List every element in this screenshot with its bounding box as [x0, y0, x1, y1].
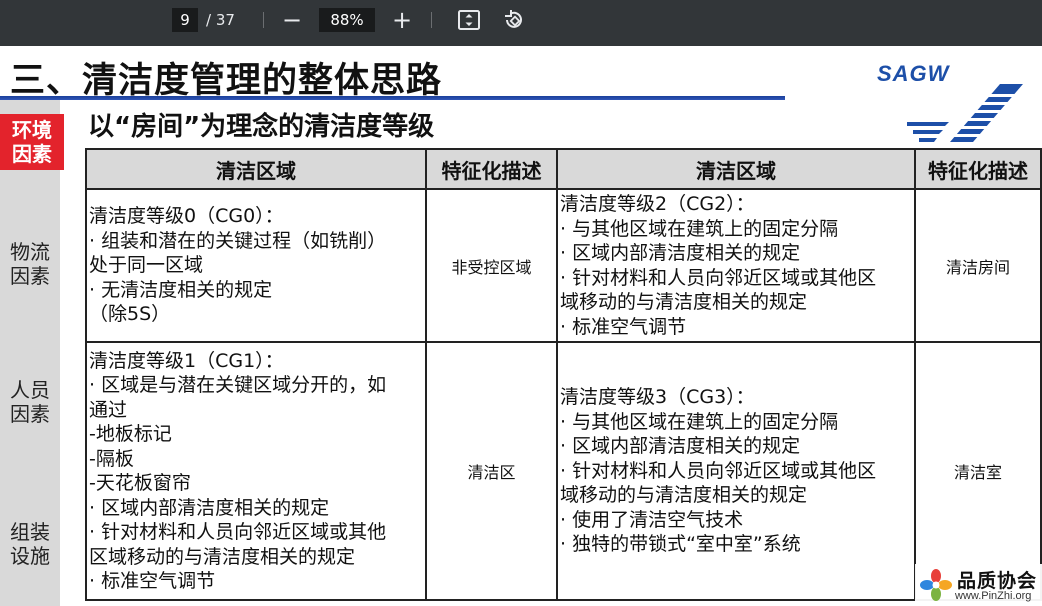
column-header: 特征化描述: [425, 148, 558, 190]
characterization-cell: 清洁室: [914, 341, 1042, 601]
watermark-name: 品质协会: [957, 570, 1038, 592]
cell-line: · 区域内部清洁度相关的规定: [560, 242, 801, 264]
side-item-logistics[interactable]: 物流 因素: [0, 240, 60, 288]
cell-line: 清洁度等级1（CG1）：: [89, 349, 284, 372]
table-row: 清洁度等级1（CG1）： · 区域是与潜在关键区域分开的，如 通过 -地板标记 …: [85, 341, 1042, 601]
column-header: 清洁区域: [85, 148, 427, 190]
cell-line: · 标准空气调节: [560, 315, 687, 338]
table-header-row: 清洁区域 特征化描述 清洁区域 特征化描述: [85, 148, 1042, 190]
characterization-cell: 清洁区: [425, 341, 558, 601]
column-header: 特征化描述: [914, 148, 1042, 190]
cell-line: · 针对材料和人员向邻近区域或其他区: [560, 459, 877, 482]
cell-line: 域移动的与清洁度相关的规定: [560, 484, 808, 507]
grade-cg0-cell: 清洁度等级0（CG0）： · 组装和潜在的关键过程（如铣削） 处于同一区域 · …: [85, 188, 427, 343]
title-underline: [0, 96, 785, 100]
cell-line: 区域移动的与清洁度相关的规定: [89, 545, 356, 568]
cell-line: 处于同一区域: [89, 254, 204, 277]
pdf-toolbar: 9 / 37 − 88% +: [0, 0, 1042, 46]
fit-page-button[interactable]: [455, 6, 483, 34]
rotate-icon: [505, 10, 522, 28]
slide-page: 三、清洁度管理的整体思路 以“房间”为理念的清洁度等级 SAGW 环境 因素 物…: [0, 46, 1042, 606]
cell-line: · 针对材料和人员向邻近区域或其他区: [560, 266, 877, 289]
zoom-out-button[interactable]: −: [278, 6, 306, 34]
side-item-label: 因素: [10, 264, 50, 288]
cell-line: · 无清洁度相关的规定: [89, 278, 273, 301]
cell-line: 清洁度等级3（CG3）：: [560, 386, 755, 409]
cell-line: · 组装和潜在的关键过程（如铣削）: [89, 229, 387, 252]
toolbar-divider: [431, 12, 432, 28]
grade-cg3-cell: 清洁度等级3（CG3）： · 与其他区域在建筑上的固定分隔 · 区域内部清洁度相…: [556, 341, 916, 601]
cell-line: -隔板: [89, 447, 134, 470]
grade-cg2-cell: 清洁度等级2（CG2）： · 与其他区域在建筑上的固定分隔 · 区域内部清洁度相…: [556, 188, 916, 343]
cell-line: 清洁度等级0（CG0）：: [89, 205, 284, 228]
side-nav: 环境 因素 物流 因素 人员 因素 组装 设施: [0, 100, 64, 606]
cleanliness-grade-table: 清洁区域 特征化描述 清洁区域 特征化描述 清洁度等级0（CG0）： · 组装和…: [85, 148, 1042, 601]
cell-line: · 独特的带锁式“室中室”系统: [560, 533, 801, 556]
side-item-label: 组装: [10, 520, 50, 544]
side-item-label: 因素: [10, 402, 50, 426]
zoom-in-button[interactable]: +: [388, 6, 416, 34]
cell-line: · 区域内部清洁度相关的规定: [89, 496, 330, 519]
slide-subtitle: 以“房间”为理念的清洁度等级: [88, 112, 435, 142]
fit-page-icon: [458, 10, 480, 30]
watermark-url: www.PinZhi.org: [955, 590, 1032, 602]
cell-line: · 与其他区域在建筑上的固定分隔: [560, 217, 839, 240]
cell-line: · 使用了清洁空气技术: [560, 508, 744, 531]
company-logo-mark: [907, 84, 1030, 142]
side-item-environment[interactable]: 环境 因素: [0, 114, 64, 170]
cell-line: · 区域内部清洁度相关的规定: [560, 435, 801, 458]
zoom-level-input[interactable]: 88%: [319, 8, 375, 32]
watermark: 品质协会 www.PinZhi.org: [915, 564, 1042, 606]
side-item-label: 设施: [10, 544, 50, 568]
side-item-label: 人员: [10, 378, 50, 402]
toolbar-divider: [263, 12, 264, 28]
flower-logo-icon: [920, 569, 952, 601]
cell-line: · 区域是与潜在关键区域分开的，如: [89, 374, 387, 396]
table-row: 清洁度等级0（CG0）： · 组装和潜在的关键过程（如铣削） 处于同一区域 · …: [85, 188, 1042, 343]
side-item-label: 物流: [10, 240, 50, 264]
cell-line: · 针对材料和人员向邻近区域或其他: [89, 521, 387, 543]
cell-line: 清洁度等级2（CG2）：: [560, 193, 755, 215]
grade-cg1-cell: 清洁度等级1（CG1）： · 区域是与潜在关键区域分开的，如 通过 -地板标记 …: [85, 341, 427, 601]
cell-line: -天花板窗帘: [89, 472, 191, 494]
side-item-label: 环境: [12, 118, 52, 142]
characterization-cell: 非受控区域: [425, 188, 558, 343]
column-header: 清洁区域: [556, 148, 916, 190]
cell-line: · 与其他区域在建筑上的固定分隔: [560, 410, 839, 433]
side-item-assembly[interactable]: 组装 设施: [0, 520, 60, 568]
cell-line: 通过: [89, 398, 128, 421]
cell-line: （除5S）: [89, 303, 171, 326]
cell-line: · 标准空气调节: [89, 570, 216, 592]
rotate-button[interactable]: [500, 6, 528, 34]
page-total: / 37: [206, 11, 235, 29]
side-item-label: 因素: [12, 142, 52, 166]
side-item-personnel[interactable]: 人员 因素: [0, 378, 60, 426]
characterization-cell: 清洁房间: [914, 188, 1042, 343]
cell-line: -地板标记: [89, 423, 172, 445]
page-number-input[interactable]: 9: [172, 8, 198, 32]
cell-line: 域移动的与清洁度相关的规定: [560, 291, 808, 313]
